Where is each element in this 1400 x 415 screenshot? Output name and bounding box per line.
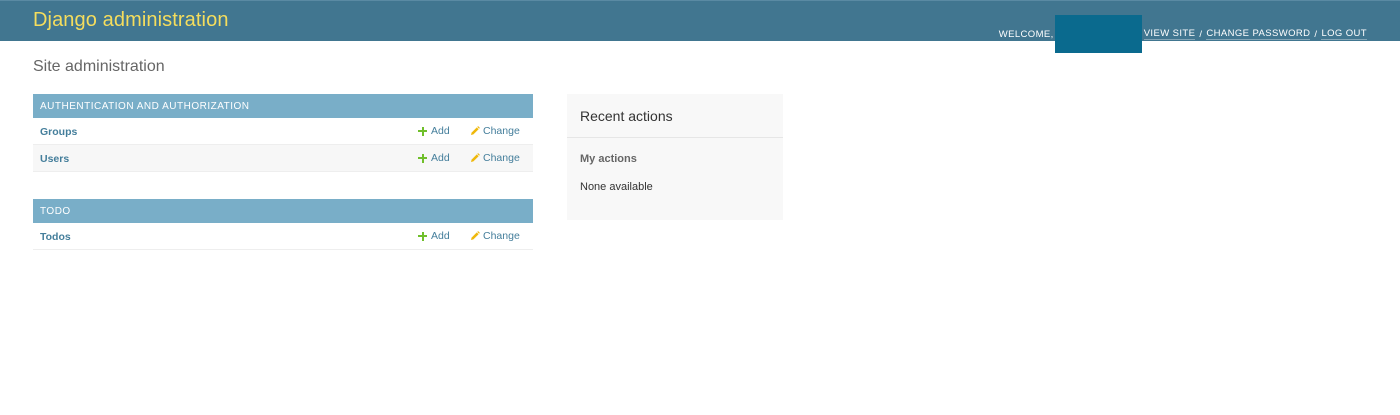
model-link-todos[interactable]: Todos (40, 231, 71, 243)
module-auth: AUTHENTICATION AND AUTHORIZATION Groups … (33, 94, 533, 172)
add-label: Add (431, 152, 450, 164)
change-label: Change (483, 230, 520, 242)
change-label: Change (483, 152, 520, 164)
change-users-link[interactable]: Change (470, 152, 520, 164)
model-link-groups[interactable]: Groups (40, 126, 77, 138)
add-users-link[interactable]: Add (418, 152, 450, 164)
log-out-link[interactable]: LOG OUT (1321, 28, 1367, 40)
module-todo: TODO Todos Add Change (33, 199, 533, 250)
pencil-icon (471, 153, 480, 162)
welcome-text: WELCOME, (998, 28, 1054, 40)
site-branding[interactable]: Django administration (33, 9, 229, 32)
plus-icon (418, 231, 427, 241)
add-label: Add (431, 125, 450, 137)
pencil-icon (471, 231, 480, 240)
separator: / (1199, 28, 1203, 40)
plus-icon (418, 153, 427, 163)
my-actions-heading: My actions (580, 153, 637, 165)
header: Django administration WELCOME, VIEW SITE… (0, 0, 1400, 53)
add-groups-link[interactable]: Add (418, 125, 450, 137)
module-caption[interactable]: TODO (33, 199, 533, 223)
redacted-username (1054, 15, 1142, 53)
page-title: Site administration (33, 58, 165, 75)
change-label: Change (483, 125, 520, 137)
model-link-users[interactable]: Users (40, 153, 69, 165)
no-actions-text: None available (580, 181, 653, 193)
module-caption[interactable]: AUTHENTICATION AND AUTHORIZATION (33, 94, 533, 118)
table-row: Groups Add Change (33, 118, 533, 145)
recent-actions-panel: Recent actions My actions None available (567, 94, 783, 220)
view-site-link[interactable]: VIEW SITE (1143, 28, 1196, 40)
table-row: Users Add Change (33, 145, 533, 172)
recent-actions-title: Recent actions (567, 94, 783, 138)
add-todos-link[interactable]: Add (418, 230, 450, 242)
change-todos-link[interactable]: Change (470, 230, 520, 242)
table-row: Todos Add Change (33, 223, 533, 250)
separator: / (1314, 28, 1318, 40)
user-tools: WELCOME, VIEW SITE / CHANGE PASSWORD / L… (999, 15, 1367, 53)
add-label: Add (431, 230, 450, 242)
pencil-icon (471, 126, 480, 135)
plus-icon (418, 126, 427, 136)
change-groups-link[interactable]: Change (470, 125, 520, 137)
change-password-link[interactable]: CHANGE PASSWORD (1206, 28, 1311, 40)
